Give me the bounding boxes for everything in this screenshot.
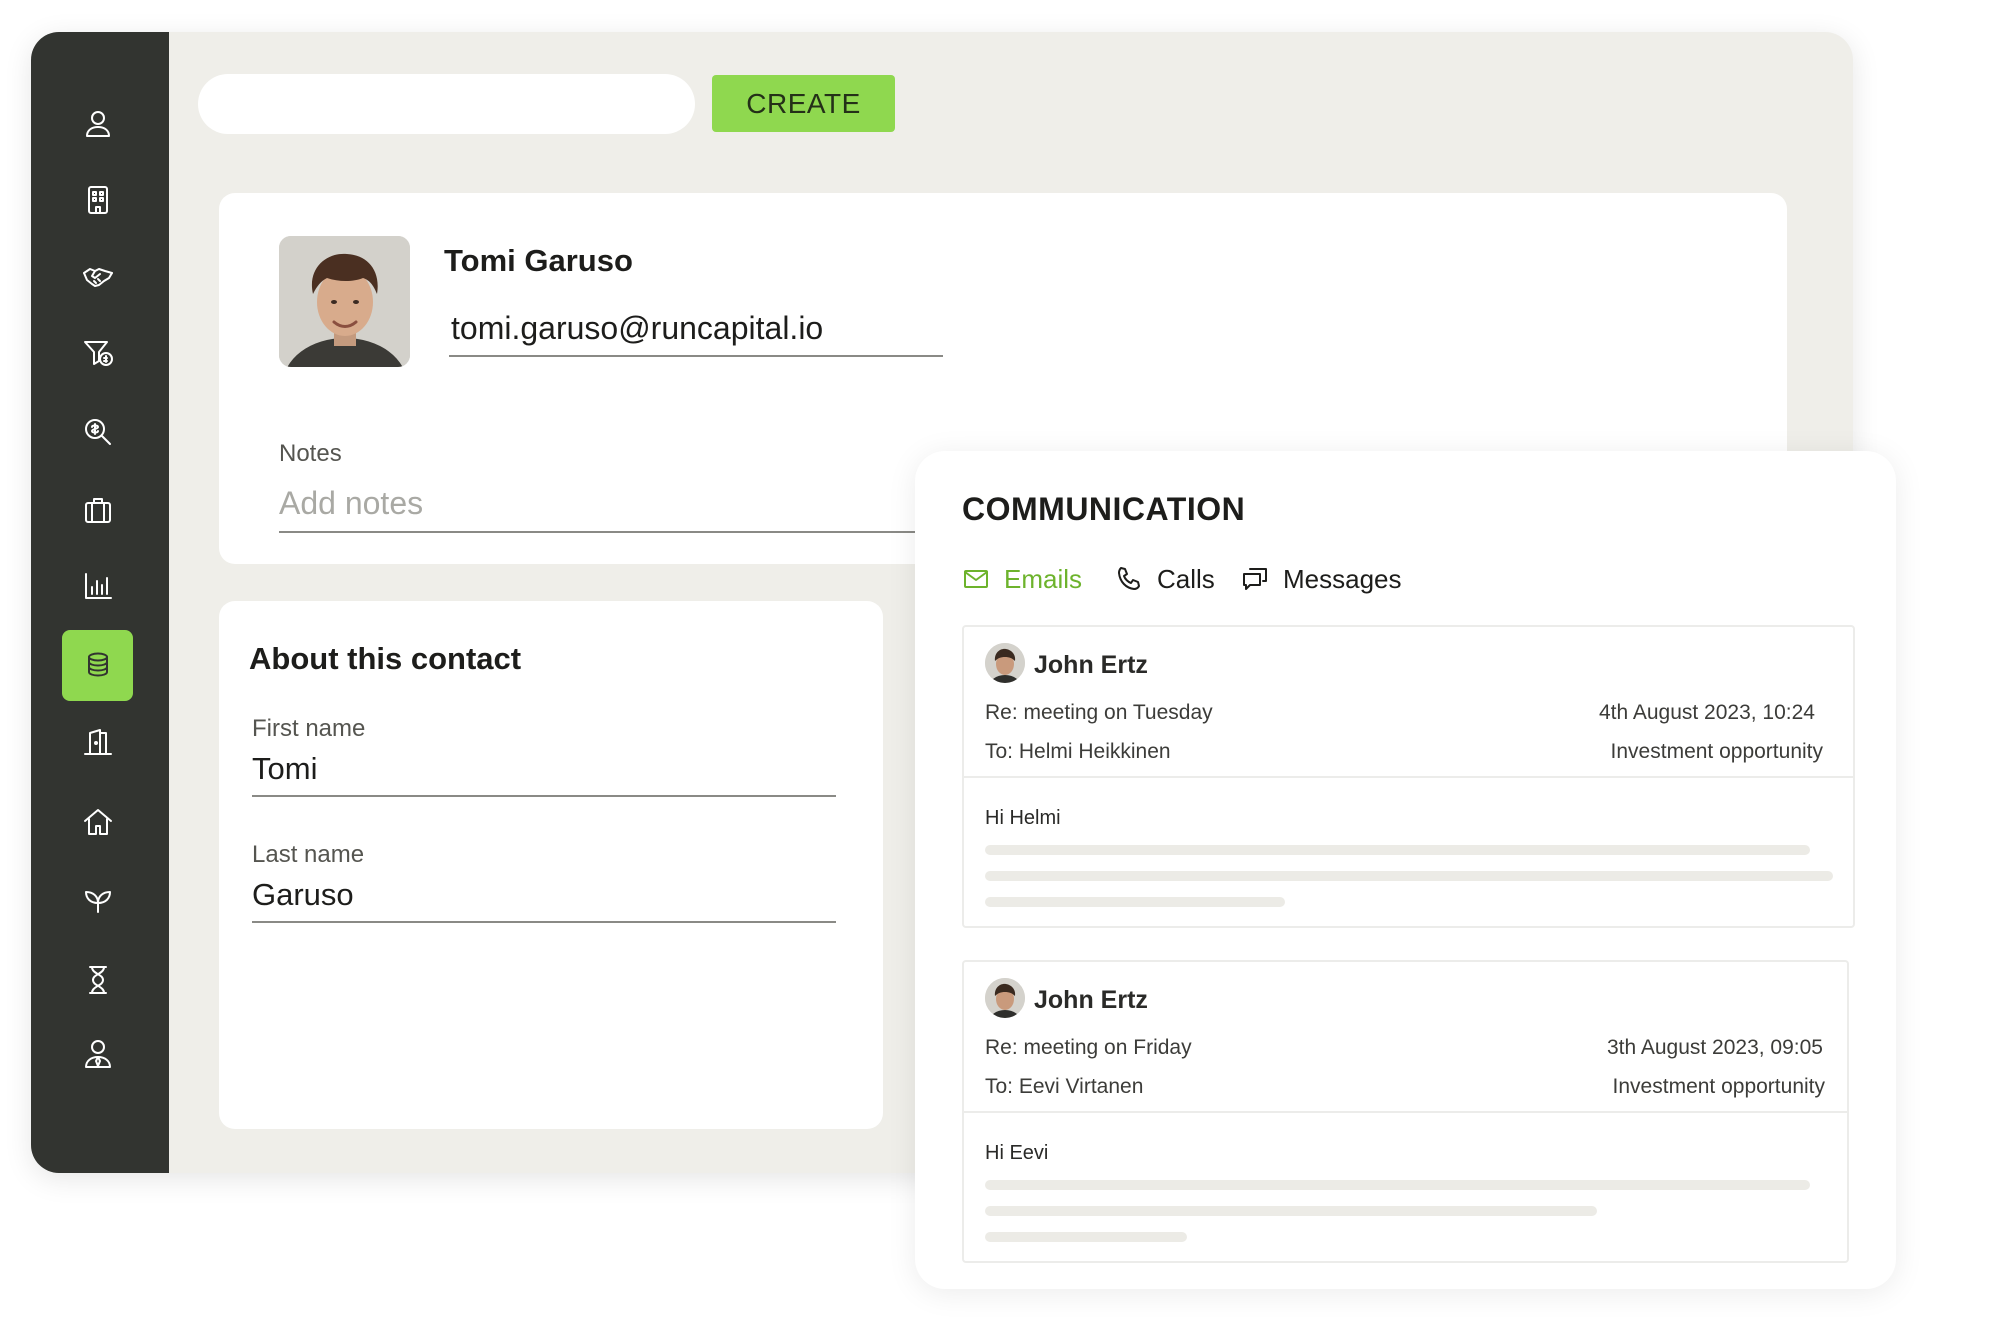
email-item[interactable]: John Ertz Re: meeting on Tuesday 4th Aug… xyxy=(962,625,1855,928)
email-category: Investment opportunity xyxy=(1612,1075,1825,1098)
leaf-icon xyxy=(84,890,111,913)
email-divider xyxy=(964,776,1853,778)
about-title: About this contact xyxy=(249,641,522,676)
tab-emails-label: Emails xyxy=(1004,563,1083,594)
magnify-dollar-icon xyxy=(84,418,111,445)
mail-icon xyxy=(964,570,988,588)
sidebar-item-portfolio[interactable] xyxy=(62,474,133,545)
sender-portrait xyxy=(985,978,1025,1018)
sidebar-item-reports[interactable] xyxy=(62,550,133,621)
about-contact-card: About this contact First name Last name xyxy=(219,601,883,1129)
sender-avatar xyxy=(985,643,1025,683)
email-sender: John Ertz xyxy=(1034,986,1148,1014)
sidebar-item-companies[interactable] xyxy=(62,164,133,235)
email-date: 3th August 2023, 09:05 xyxy=(1606,1036,1823,1059)
sidebar-item-history[interactable] xyxy=(62,944,133,1015)
notes-label: Notes xyxy=(279,440,342,467)
last-name-field[interactable] xyxy=(252,869,836,923)
sidebar-item-offices[interactable] xyxy=(62,706,133,777)
email-field[interactable] xyxy=(449,301,943,357)
email-body-placeholder xyxy=(985,1206,1597,1216)
sender-portrait xyxy=(985,643,1025,683)
hourglass-icon xyxy=(88,965,107,994)
door-icon xyxy=(83,728,112,755)
briefcase-icon xyxy=(84,497,111,523)
tab-messages[interactable]: Messages xyxy=(1241,559,1402,599)
building-icon xyxy=(87,185,108,214)
tab-messages-label: Messages xyxy=(1283,563,1402,594)
search-input[interactable] xyxy=(198,74,695,134)
avatar xyxy=(279,236,410,367)
sidebar xyxy=(31,32,169,1173)
tab-calls-label: Calls xyxy=(1157,563,1215,594)
email-subject: Re: meeting on Tuesday xyxy=(985,701,1213,724)
sender-avatar xyxy=(985,978,1025,1018)
chat-icon xyxy=(1243,568,1267,590)
first-name-label: First name xyxy=(252,715,366,742)
first-name-field[interactable] xyxy=(252,743,836,797)
sidebar-item-home[interactable] xyxy=(62,786,133,857)
create-button[interactable]: CREATE xyxy=(712,75,895,132)
email-sender: John Ertz xyxy=(1034,651,1148,679)
sidebar-item-finance[interactable] xyxy=(62,630,133,701)
user-tie-icon xyxy=(84,1039,111,1068)
last-name-label: Last name xyxy=(252,841,365,868)
home-icon xyxy=(83,808,112,835)
filter-dollar-icon xyxy=(83,340,113,366)
email-recipient: To: Eevi Virtanen xyxy=(985,1075,1144,1098)
email-body-placeholder xyxy=(985,845,1810,855)
email-item[interactable]: John Ertz Re: meeting on Friday 3th Augu… xyxy=(962,960,1849,1263)
handshake-icon xyxy=(82,267,113,287)
avatar-portrait xyxy=(279,236,410,367)
tab-emails[interactable]: Emails xyxy=(962,559,1082,599)
email-body-placeholder xyxy=(985,897,1285,907)
email-date: 4th August 2023, 10:24 xyxy=(1598,701,1815,724)
phone-icon xyxy=(1118,567,1140,590)
email-body-placeholder xyxy=(985,871,1833,881)
email-body-placeholder xyxy=(985,1180,1810,1190)
email-body-placeholder xyxy=(985,1232,1187,1242)
email-greeting: Hi Helmi xyxy=(985,807,1061,829)
communication-panel: COMMUNICATION Emails Calls Messages John… xyxy=(915,451,1896,1289)
person-icon xyxy=(85,110,110,137)
bar-chart-icon xyxy=(84,572,112,599)
sidebar-item-search-funds[interactable] xyxy=(62,396,133,467)
sidebar-item-funnel[interactable] xyxy=(62,316,133,387)
tab-calls[interactable]: Calls xyxy=(1115,559,1215,599)
email-divider xyxy=(964,1111,1847,1113)
email-greeting: Hi Eevi xyxy=(985,1142,1049,1164)
sidebar-item-sustainability[interactable] xyxy=(62,864,133,935)
email-recipient: To: Helmi Heikkinen xyxy=(985,740,1171,763)
contact-name: Tomi Garuso xyxy=(444,243,633,278)
communication-title: COMMUNICATION xyxy=(962,491,1246,527)
sidebar-item-deals[interactable] xyxy=(62,240,133,311)
sidebar-item-users[interactable] xyxy=(62,1018,133,1089)
sidebar-item-contacts[interactable] xyxy=(62,88,133,159)
email-category: Investment opportunity xyxy=(1610,740,1823,763)
coins-stack-icon xyxy=(87,652,108,676)
email-subject: Re: meeting on Friday xyxy=(985,1036,1192,1059)
